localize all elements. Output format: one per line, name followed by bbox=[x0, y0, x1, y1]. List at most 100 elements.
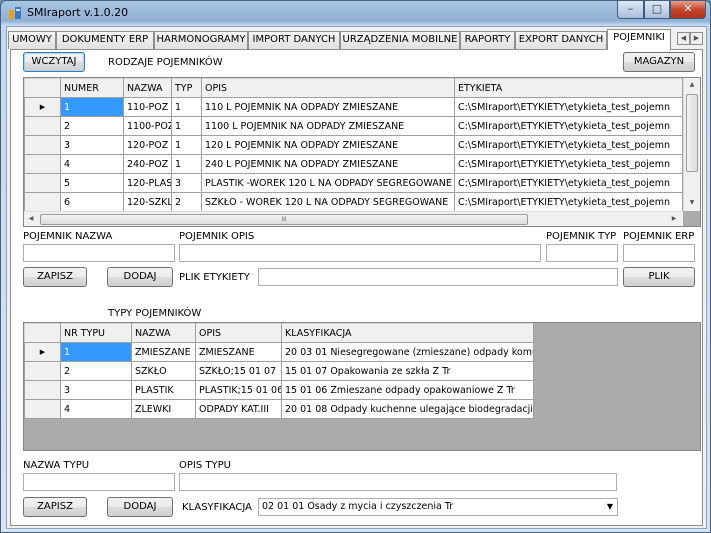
plik-button[interactable]: PLIK bbox=[623, 267, 695, 287]
cell-opis[interactable]: 110 L POJEMNIK NA ODPADY ZMIESZANE bbox=[201, 97, 455, 117]
scroll-up-icon[interactable]: ▲ bbox=[685, 78, 699, 92]
title-bar[interactable]: SMIraport v.1.0.20 – □ ✕ bbox=[1, 1, 710, 25]
column-header-etykieta[interactable]: ETYKIETA bbox=[454, 78, 683, 98]
row-header[interactable] bbox=[24, 154, 61, 174]
scroll-right-icon[interactable]: ▶ bbox=[667, 212, 681, 226]
cell-typ[interactable]: 1 bbox=[171, 135, 202, 155]
cell-opis[interactable]: PLASTIK -WOREK 120 L NA ODPADY SEGREGOWA… bbox=[201, 173, 455, 193]
column-header-nazwa[interactable]: NAZWA bbox=[123, 78, 172, 98]
tab-urzadzenia-mobilne[interactable]: URZĄDZENIA MOBILNE bbox=[340, 31, 460, 49]
table-row[interactable]: 3 120-POZ 1 120 L POJEMNIK NA ODPADY ZMI… bbox=[24, 135, 683, 155]
table-row[interactable]: 6 120-SZKLO 2 SZKŁO - WOREK 120 L NA ODP… bbox=[24, 192, 683, 212]
row-header[interactable] bbox=[24, 380, 61, 400]
cell-klasyfikacja[interactable]: 15 01 06 Zmieszane odpady opakowaniowe Z… bbox=[281, 380, 534, 400]
cell-klasyfikacja[interactable]: 20 03 01 Niesegregowane (zmieszane) odpa… bbox=[281, 342, 534, 362]
cell-numer[interactable]: 1 bbox=[60, 97, 124, 117]
row-marker-icon[interactable]: ▶ bbox=[24, 342, 61, 362]
cell-opis[interactable]: ODPADY KAT.III bbox=[195, 399, 282, 419]
close-button[interactable]: ✕ bbox=[670, 1, 706, 19]
cell-opis[interactable]: ZMIESZANE bbox=[195, 342, 282, 362]
row-header[interactable] bbox=[24, 135, 61, 155]
cell-etykieta[interactable]: C:\SMIraport\ETYKIETY\etykieta_test_poje… bbox=[454, 173, 683, 193]
cell-typ[interactable]: 1 bbox=[171, 97, 202, 117]
table-row[interactable]: 2 1100-POZ 1 1100 L POJEMNIK NA ODPADY Z… bbox=[24, 116, 683, 136]
cell-nazwa[interactable]: 1100-POZ bbox=[123, 116, 172, 136]
row-marker-icon[interactable]: ▶ bbox=[24, 97, 61, 117]
row-header[interactable] bbox=[24, 361, 61, 381]
cell-numer[interactable]: 4 bbox=[60, 154, 124, 174]
tab-raporty[interactable]: RAPORTY bbox=[460, 31, 515, 49]
tab-dokumenty-erp[interactable]: DOKUMENTY ERP bbox=[56, 31, 154, 49]
table-row[interactable]: 3 PLASTIK PLASTIK;15 01 06 15 01 06 Zmie… bbox=[24, 380, 534, 400]
cell-typ[interactable]: 1 bbox=[171, 154, 202, 174]
cell-typ[interactable]: 1 bbox=[171, 116, 202, 136]
cell-nr-typu[interactable]: 2 bbox=[60, 361, 132, 381]
table-row[interactable]: 4 240-POZ 1 240 L POJEMNIK NA ODPADY ZMI… bbox=[24, 154, 683, 174]
row-header[interactable] bbox=[24, 399, 61, 419]
tab-scroll-right-icon[interactable]: ▶ bbox=[690, 32, 703, 45]
table-row[interactable]: 2 SZKŁO SZKŁO;15 01 07 15 01 07 Opakowan… bbox=[24, 361, 534, 381]
table-row[interactable]: 4 ZLEWKI ODPADY KAT.III 20 01 08 Odpady … bbox=[24, 399, 534, 419]
column-header-klasyfikacja[interactable]: KLASYFIKACJA bbox=[281, 323, 534, 343]
table-row[interactable]: 5 120-PLASTIK 3 PLASTIK -WOREK 120 L NA … bbox=[24, 173, 683, 193]
cell-nazwa[interactable]: 110-POZ bbox=[123, 97, 172, 117]
cell-nazwa[interactable]: 120-POZ bbox=[123, 135, 172, 155]
cell-nazwa[interactable]: 120-SZKLO bbox=[123, 192, 172, 212]
chevron-down-icon[interactable]: ▼ bbox=[607, 499, 613, 515]
maximize-button[interactable]: □ bbox=[644, 1, 670, 19]
cell-opis[interactable]: 240 L POJEMNIK NA ODPADY ZMIESZANE bbox=[201, 154, 455, 174]
scroll-left-icon[interactable]: ◀ bbox=[24, 212, 38, 226]
pojemnik-opis-input[interactable] bbox=[179, 244, 541, 262]
cell-opis[interactable]: 120 L POJEMNIK NA ODPADY ZMIESZANE bbox=[201, 135, 455, 155]
cell-numer[interactable]: 5 bbox=[60, 173, 124, 193]
scroll-thumb-horizontal[interactable]: III bbox=[40, 214, 528, 225]
cell-etykieta[interactable]: C:\SMIraport\ETYKIETY\etykieta_test_poje… bbox=[454, 135, 683, 155]
table-row[interactable]: ▶ 1 110-POZ 1 110 L POJEMNIK NA ODPADY Z… bbox=[24, 97, 683, 117]
zapisz-pojemnik-button[interactable]: ZAPISZ bbox=[23, 267, 87, 287]
cell-etykieta[interactable]: C:\SMIraport\ETYKIETY\etykieta_test_poje… bbox=[454, 116, 683, 136]
pojemniki-grid[interactable]: NUMER NAZWA TYP OPIS ETYKIETA ▶ 1 110-PO… bbox=[23, 77, 701, 227]
column-header-nr-typu[interactable]: NR TYPU bbox=[60, 323, 132, 343]
nazwa-typu-input[interactable] bbox=[23, 473, 175, 491]
grid-horizontal-scrollbar[interactable]: ◀ III ▶ bbox=[24, 211, 683, 226]
tab-export-danych[interactable]: EXPORT DANYCH bbox=[515, 31, 607, 49]
cell-klasyfikacja[interactable]: 15 01 07 Opakowania ze szkła Z Tr bbox=[281, 361, 534, 381]
cell-opis[interactable]: SZKŁO;15 01 07 bbox=[195, 361, 282, 381]
column-header-numer[interactable]: NUMER bbox=[60, 78, 124, 98]
tab-umowy[interactable]: UMOWY bbox=[8, 31, 56, 49]
column-header-nazwa[interactable]: NAZWA bbox=[131, 323, 196, 343]
row-header[interactable] bbox=[24, 173, 61, 193]
grid-vertical-scrollbar[interactable]: ▲ ▼ bbox=[683, 78, 700, 211]
cell-opis[interactable]: 1100 L POJEMNIK NA ODPADY ZMIESZANE bbox=[201, 116, 455, 136]
dodaj-typ-button[interactable]: DODAJ bbox=[107, 497, 173, 517]
pojemnik-erp-input[interactable] bbox=[623, 244, 695, 262]
tab-scroll-left-icon[interactable]: ◀ bbox=[677, 32, 690, 45]
cell-typ[interactable]: 3 bbox=[171, 173, 202, 193]
row-header[interactable] bbox=[24, 116, 61, 136]
cell-nazwa[interactable]: PLASTIK bbox=[131, 380, 196, 400]
cell-opis[interactable]: PLASTIK;15 01 06 bbox=[195, 380, 282, 400]
typy-pojemnikow-grid[interactable]: NR TYPU NAZWA OPIS KLASYFIKACJA ▶ 1 ZMIE… bbox=[23, 322, 701, 451]
pojemnik-typ-input[interactable] bbox=[546, 244, 618, 262]
magazyn-button[interactable]: MAGAZYN bbox=[623, 52, 695, 72]
cell-nazwa[interactable]: SZKŁO bbox=[131, 361, 196, 381]
minimize-button[interactable]: – bbox=[617, 1, 644, 19]
cell-etykieta[interactable]: C:\SMIraport\ETYKIETY\etykieta_test_poje… bbox=[454, 154, 683, 174]
cell-nazwa[interactable]: 240-POZ bbox=[123, 154, 172, 174]
zapisz-typ-button[interactable]: ZAPISZ bbox=[23, 497, 87, 517]
cell-numer[interactable]: 6 bbox=[60, 192, 124, 212]
pojemnik-nazwa-input[interactable] bbox=[23, 244, 175, 262]
cell-etykieta[interactable]: C:\SMIraport\ETYKIETY\etykieta_test_poje… bbox=[454, 97, 683, 117]
column-header-opis[interactable]: OPIS bbox=[201, 78, 455, 98]
cell-nr-typu[interactable]: 3 bbox=[60, 380, 132, 400]
cell-etykieta[interactable]: C:\SMIraport\ETYKIETY\etykieta_test_poje… bbox=[454, 192, 683, 212]
cell-numer[interactable]: 3 bbox=[60, 135, 124, 155]
cell-nr-typu[interactable]: 4 bbox=[60, 399, 132, 419]
klasyfikacja-select[interactable]: 02 01 01 Osady z mycia i czyszczenia Tr … bbox=[258, 498, 618, 516]
cell-nr-typu[interactable]: 1 bbox=[60, 342, 132, 362]
cell-typ[interactable]: 2 bbox=[171, 192, 202, 212]
cell-nazwa[interactable]: ZLEWKI bbox=[131, 399, 196, 419]
scroll-thumb[interactable] bbox=[686, 94, 698, 172]
scroll-down-icon[interactable]: ▼ bbox=[685, 196, 699, 210]
wczytaj-button[interactable]: WCZYTAJ bbox=[23, 52, 85, 72]
